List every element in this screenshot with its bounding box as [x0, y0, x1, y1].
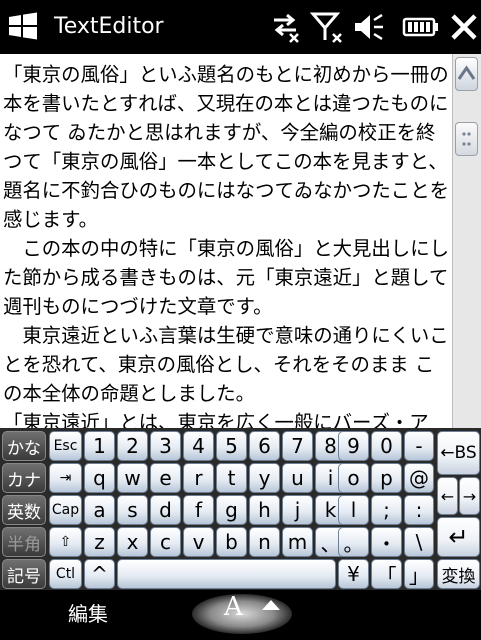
- key-b[interactable]: b: [216, 527, 247, 557]
- key-a[interactable]: a: [84, 495, 115, 525]
- input-mode-label: A: [224, 592, 243, 622]
- key-backslash[interactable]: \: [404, 527, 434, 557]
- key-2[interactable]: 2: [117, 431, 148, 461]
- key-z[interactable]: z: [84, 527, 115, 557]
- paragraph: 「東京遠近」とは、東京を広く一般にバーズ・ア: [3, 411, 429, 428]
- key-r[interactable]: r: [183, 463, 214, 493]
- arrow-up-icon: [262, 600, 280, 610]
- text-editor-area[interactable]: 「東京の風俗」といふ題名のもとに初めから一冊の本を書いたとすれば、又現在の本とは…: [0, 54, 452, 428]
- key-9[interactable]: 9: [338, 431, 369, 461]
- key-j[interactable]: j: [282, 495, 313, 525]
- battery-icon[interactable]: [402, 10, 440, 44]
- signal-off-icon[interactable]: [310, 10, 344, 44]
- key-c[interactable]: c: [150, 527, 181, 557]
- key-q[interactable]: q: [84, 463, 115, 493]
- key-enter[interactable]: ↵: [437, 517, 480, 557]
- data-connection-icon[interactable]: [268, 10, 302, 44]
- key-space[interactable]: [117, 559, 336, 589]
- key-x[interactable]: x: [117, 527, 148, 557]
- key-y[interactable]: y: [249, 463, 280, 493]
- key-half-width[interactable]: 半角: [2, 527, 46, 557]
- key-w[interactable]: w: [117, 463, 148, 493]
- key-open-bracket[interactable]: 「: [371, 559, 402, 589]
- key-1[interactable]: 1: [84, 431, 115, 461]
- key-alphanumeric[interactable]: 英数: [2, 495, 46, 525]
- key-arrow-left[interactable]: ←: [437, 477, 458, 515]
- editor-text[interactable]: 「東京の風俗」といふ題名のもとに初めから一冊の本を書いたとすれば、又現在の本とは…: [0, 54, 452, 428]
- key-arrow-right[interactable]: →: [459, 477, 480, 515]
- key-5[interactable]: 5: [216, 431, 247, 461]
- key-escape[interactable]: Esc: [49, 431, 82, 461]
- key-minus[interactable]: -: [404, 431, 434, 461]
- title-bar: TextEditor: [0, 0, 481, 54]
- key-m[interactable]: m: [282, 527, 313, 557]
- key-period[interactable]: 。: [338, 527, 369, 557]
- key-caps-lock[interactable]: Cap: [49, 495, 82, 525]
- app-title: TextEditor: [54, 14, 164, 39]
- key-0[interactable]: 0: [371, 431, 402, 461]
- key-g[interactable]: g: [216, 495, 247, 525]
- grip-icon: [462, 132, 471, 146]
- key-s[interactable]: s: [117, 495, 148, 525]
- key-4[interactable]: 4: [183, 431, 214, 461]
- key-7[interactable]: 7: [282, 431, 313, 461]
- key-n[interactable]: n: [249, 527, 280, 557]
- key-yen[interactable]: ¥: [338, 559, 369, 589]
- key-colon[interactable]: :: [404, 495, 434, 525]
- key-3[interactable]: 3: [150, 431, 181, 461]
- key-6[interactable]: 6: [249, 431, 280, 461]
- key-h[interactable]: h: [249, 495, 280, 525]
- key-backspace[interactable]: ←BS: [437, 431, 480, 475]
- key-d[interactable]: d: [150, 495, 181, 525]
- key-symbols[interactable]: 記号: [2, 559, 46, 589]
- key-f[interactable]: f: [183, 495, 214, 525]
- key-middle-dot[interactable]: ・: [371, 527, 402, 557]
- key-u[interactable]: u: [282, 463, 313, 493]
- windows-start-icon[interactable]: [8, 12, 38, 40]
- volume-icon[interactable]: [352, 10, 384, 44]
- key-l[interactable]: l: [338, 495, 369, 525]
- key-shift[interactable]: ⇧: [49, 527, 82, 557]
- close-icon[interactable]: [450, 10, 478, 44]
- key-control[interactable]: Ctl: [49, 559, 82, 589]
- key-semicolon[interactable]: ;: [371, 495, 402, 525]
- key-tab[interactable]: ⇥: [49, 463, 82, 493]
- key-p[interactable]: p: [371, 463, 402, 493]
- paragraph: 東京遠近といふ言葉は生硬で意味の通りにくいことを恐れて、東京の風俗とし、それをそ…: [3, 324, 449, 405]
- edit-menu-softkey[interactable]: 編集: [68, 600, 108, 628]
- chevron-up-icon: [457, 65, 476, 80]
- key-kana-hiragana[interactable]: かな: [2, 431, 46, 461]
- key-at[interactable]: @: [404, 463, 434, 493]
- key-katakana[interactable]: カナ: [2, 463, 46, 493]
- paragraph: 「東京の風俗」といふ題名のもとに初めから一冊の本を書いたとすれば、又現在の本とは…: [3, 63, 449, 231]
- scroll-up-button[interactable]: [455, 57, 478, 91]
- scroll-thumb[interactable]: [455, 122, 478, 156]
- key-e[interactable]: e: [150, 463, 181, 493]
- key-t[interactable]: t: [216, 463, 247, 493]
- key-caret[interactable]: ^: [84, 559, 115, 589]
- key-convert[interactable]: 変換: [437, 559, 480, 589]
- vertical-scrollbar[interactable]: [452, 54, 481, 428]
- key-v[interactable]: v: [183, 527, 214, 557]
- key-close-bracket[interactable]: 」: [404, 559, 434, 589]
- soft-keyboard: かな Esc 1 2 3 4 5 6 7 8 9 0 - ←BS カナ ⇥ q …: [0, 428, 481, 590]
- paragraph: この本の中の特に「東京の風俗」と大見出しにした節から成る書きものは、元「東京遠近…: [3, 237, 449, 318]
- key-o[interactable]: o: [338, 463, 369, 493]
